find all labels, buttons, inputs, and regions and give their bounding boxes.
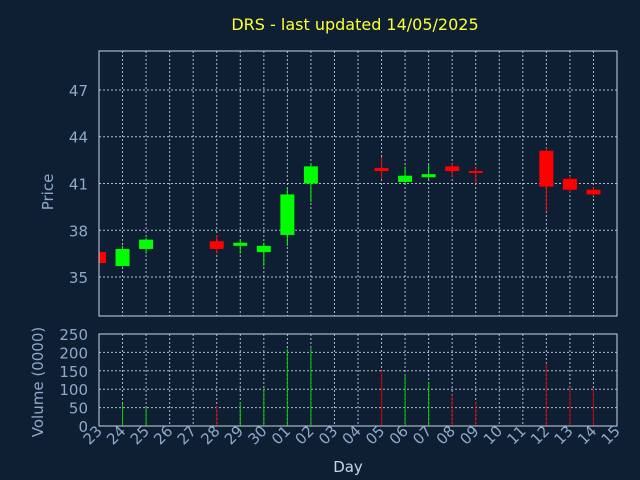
- candle-body: [99, 252, 106, 263]
- candle-body: [233, 242, 248, 246]
- candle-body: [562, 178, 577, 190]
- volume-tick-label: 100: [59, 381, 88, 399]
- candle-body: [115, 248, 130, 267]
- candle-body: [586, 189, 601, 195]
- chart-title: DRS - last updated 14/05/2025: [231, 15, 478, 34]
- candle-body: [209, 241, 224, 249]
- price-tick-label: 38: [69, 222, 88, 240]
- price-tick-label: 44: [69, 129, 88, 147]
- candle-body: [280, 194, 295, 235]
- price-axis-ticks: 35 38 41 44 47: [69, 82, 88, 287]
- price-tick-label: 41: [69, 176, 88, 194]
- volume-tick-label: 250: [59, 326, 88, 344]
- candle-body: [303, 166, 318, 184]
- candle-body: [539, 150, 554, 187]
- candle-body: [139, 239, 154, 249]
- price-candles: [98, 147, 601, 267]
- volume-tick-label: 50: [69, 400, 88, 418]
- candle-body: [256, 245, 271, 253]
- candle-body: [421, 174, 436, 178]
- x-axis-label: Day: [333, 458, 363, 476]
- x-axis-ticks: 2324252627282930010203040506070809101112…: [80, 422, 624, 448]
- candle-body: [445, 166, 460, 172]
- stock-chart: DRS - last updated 14/05/2025 35 38 41 44 47…: [29, 15, 624, 476]
- price-tick-label: 35: [69, 269, 88, 287]
- price-tick-label: 47: [69, 82, 88, 100]
- grid-lines: [99, 51, 617, 426]
- volume-axis-label: Volume (0000): [29, 327, 47, 437]
- volume-axis-ticks: 050100150200250: [59, 326, 88, 436]
- volume-tick-label: 150: [59, 363, 88, 381]
- volume-tick-label: 200: [59, 344, 88, 362]
- candle-body: [398, 175, 413, 182]
- price-axis-label: Price: [39, 174, 57, 211]
- candle-body: [468, 171, 483, 174]
- candle-body: [374, 167, 389, 172]
